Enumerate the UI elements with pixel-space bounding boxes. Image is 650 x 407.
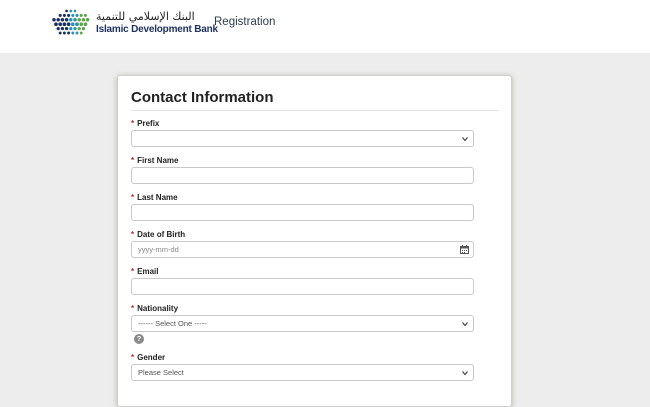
date-of-birth-input[interactable]: yyyy-mm-dd: [131, 241, 474, 258]
required-marker: *: [131, 304, 135, 313]
date-of-birth-placeholder: yyyy-mm-dd: [138, 245, 179, 254]
first-name-input[interactable]: [131, 167, 474, 184]
date-of-birth-label: * Date of Birth: [131, 230, 186, 239]
required-marker: *: [131, 156, 135, 165]
top-header: البنك الإسلامي للتنمية Islamic Developme…: [0, 0, 650, 53]
logo-arabic-text: البنك الإسلامي للتنمية: [96, 10, 195, 23]
nationality-select[interactable]: ------ Select One -----: [131, 315, 474, 332]
required-marker: *: [131, 353, 135, 362]
nav-registration-link[interactable]: Registration: [214, 16, 275, 28]
title-divider: [131, 110, 499, 111]
last-name-label: * Last Name: [131, 193, 178, 202]
nationality-label: * Nationality: [131, 304, 179, 313]
calendar-icon[interactable]: [460, 245, 469, 254]
gender-value: Please Select: [138, 368, 184, 377]
required-marker: *: [131, 119, 135, 128]
page-title: Contact Information: [131, 89, 274, 106]
chevron-down-icon: [462, 137, 468, 142]
prefix-label: * Prefix: [131, 119, 160, 128]
nationality-value: ------ Select One -----: [138, 319, 207, 328]
email-label: * Email: [131, 267, 159, 276]
prefix-select[interactable]: [131, 130, 474, 147]
required-marker: *: [131, 230, 135, 239]
gender-label: * Gender: [131, 353, 166, 362]
required-marker: *: [131, 267, 135, 276]
last-name-input[interactable]: [131, 204, 474, 221]
chevron-down-icon: [462, 371, 468, 376]
contact-information-card: Contact Information * Prefix * First Name …: [117, 75, 512, 407]
email-input[interactable]: [131, 278, 474, 295]
idb-logo[interactable]: البنك الإسلامي للتنمية Islamic Developme…: [50, 8, 218, 38]
chevron-down-icon: [462, 322, 468, 327]
gender-select[interactable]: Please Select: [131, 364, 474, 381]
logo-globe-icon: [52, 9, 90, 35]
nationality-help-icon[interactable]: ?: [134, 334, 144, 344]
required-marker: *: [131, 193, 135, 202]
first-name-label: * First Name: [131, 156, 179, 165]
logo-english-text: Islamic Development Bank: [96, 24, 218, 35]
